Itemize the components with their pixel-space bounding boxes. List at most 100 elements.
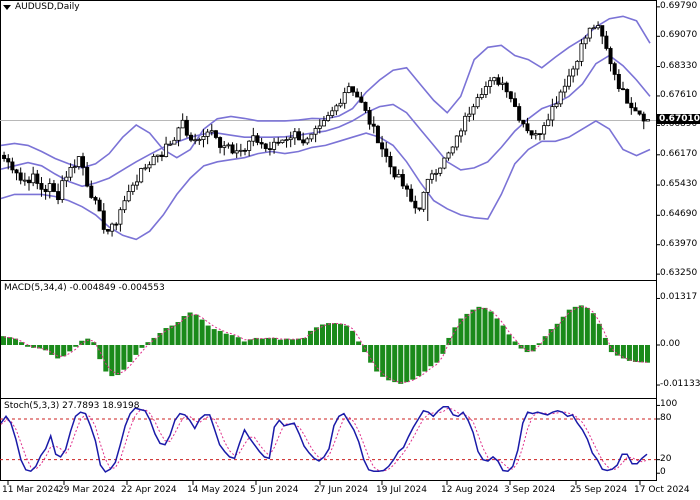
macd-bar <box>488 311 494 346</box>
candle-body <box>463 115 468 132</box>
candle-body <box>238 149 243 152</box>
candle-body <box>218 137 223 148</box>
macd-bar <box>193 314 199 346</box>
macd-bar <box>133 345 139 355</box>
price-tick-label: 0.63250 <box>660 268 698 279</box>
macd-bar <box>289 339 295 346</box>
candle-body <box>276 141 281 144</box>
candle-body <box>213 130 218 138</box>
candle-body <box>143 167 148 170</box>
price-tick-label: 0.69790 <box>660 0 698 11</box>
candle-body <box>230 144 235 154</box>
candle-body <box>529 130 534 136</box>
candle-body <box>31 173 36 184</box>
macd-tick-label: 0.01317 <box>660 292 698 303</box>
macd-bar <box>500 325 506 346</box>
macd-bar <box>277 339 283 346</box>
macd-bar <box>163 328 169 346</box>
macd-bar <box>73 345 79 347</box>
candle-body <box>22 179 27 182</box>
macd-bar <box>157 332 163 346</box>
stoch-tick-label: 0 <box>660 467 666 478</box>
candle-body <box>197 139 202 141</box>
x-tick-label: 29 Mar 2024 <box>58 485 116 495</box>
candle-body <box>180 119 185 129</box>
candle-body <box>404 185 409 190</box>
macd-bar <box>265 337 271 346</box>
candle-body <box>633 107 638 112</box>
candle-body <box>122 200 127 211</box>
candle-body <box>89 185 94 198</box>
candle-body <box>251 135 256 142</box>
macd-bar <box>169 325 175 346</box>
candle-body <box>525 123 530 132</box>
candle-body <box>147 164 152 169</box>
macd-bar <box>428 345 434 367</box>
candle-body <box>546 119 551 127</box>
candle-body <box>97 199 102 212</box>
candle-body <box>454 135 459 148</box>
macd-bar <box>512 341 518 346</box>
candle-body <box>39 183 44 190</box>
price-tick-label: 0.65430 <box>660 179 698 190</box>
macd-bar <box>506 334 512 346</box>
candle-body <box>68 166 73 178</box>
candle-body <box>645 119 650 122</box>
x-tick-label: 12 Aug 2024 <box>441 485 499 495</box>
macd-bar <box>199 319 205 346</box>
candle-body <box>321 120 326 127</box>
macd-bar <box>422 345 428 372</box>
candle-body <box>396 174 401 178</box>
price-tick-label: 0.66170 <box>660 148 698 159</box>
candle-body <box>247 140 252 151</box>
candle-body <box>263 143 268 150</box>
macd-bar <box>139 345 145 348</box>
candle-body <box>500 82 505 85</box>
candle-body <box>604 35 609 49</box>
macd-bar <box>620 345 626 359</box>
macd-bar <box>103 345 109 372</box>
macd-bar <box>295 338 301 346</box>
candle-body <box>583 37 588 45</box>
macd-bar <box>374 345 380 372</box>
macd-bar <box>332 323 338 346</box>
stoch-signal-line <box>0 407 648 472</box>
candle-body <box>114 223 119 226</box>
macd-bar <box>560 316 566 346</box>
candle-body <box>105 229 110 232</box>
candle-body <box>60 180 65 201</box>
candle-body <box>517 106 522 121</box>
stoch-tick-label: 80 <box>660 412 672 423</box>
macd-bar <box>404 345 410 383</box>
candle-body <box>488 80 493 87</box>
macd-bar <box>440 345 446 354</box>
x-tick-label: 22 Apr 2024 <box>121 485 177 495</box>
x-tick-label: 25 Sep 2024 <box>570 485 628 495</box>
collapse-arrow-icon[interactable] <box>3 5 11 10</box>
candle-body <box>255 135 260 143</box>
candle-body <box>521 119 526 125</box>
candle-body <box>363 101 368 111</box>
candle-body <box>434 172 439 175</box>
macd-bar <box>566 309 572 346</box>
candle-body <box>334 105 339 112</box>
candle-body <box>10 161 15 171</box>
candle-body <box>184 119 189 136</box>
candle-body <box>425 178 430 193</box>
macd-bar <box>301 337 307 346</box>
candle-body <box>421 191 426 210</box>
candle-body <box>226 144 231 147</box>
candle-body <box>558 91 563 105</box>
x-tick-label: 19 Jul 2024 <box>376 485 427 495</box>
bollinger-lower-band <box>0 119 651 241</box>
candle-body <box>130 184 135 192</box>
macd-bar <box>217 330 223 346</box>
candle-body <box>155 154 160 157</box>
macd-bar <box>127 345 133 362</box>
axis-tick-marks <box>7 6 660 485</box>
price-tick-label: 0.69070 <box>660 30 698 41</box>
macd-bar <box>584 307 590 346</box>
candle-body <box>621 88 626 91</box>
candle-body <box>471 106 476 115</box>
candle-body <box>168 143 173 146</box>
